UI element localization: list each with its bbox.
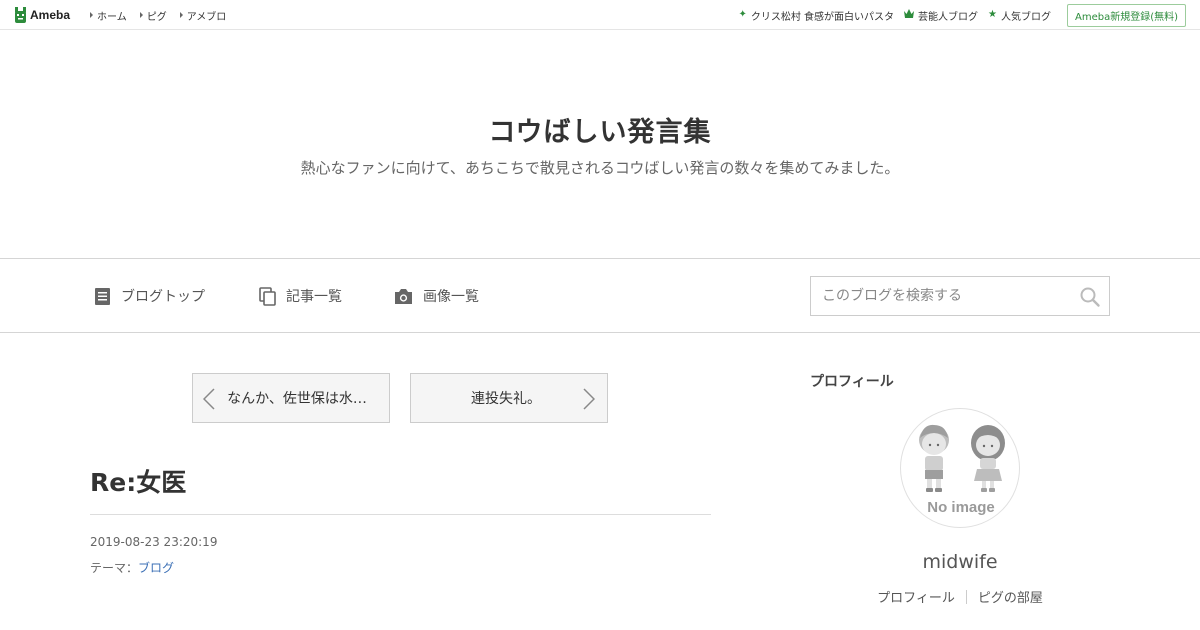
article-theme-prefix: テーマ： [90,561,139,575]
nav-blog-top-label: ブログトップ [121,289,205,305]
prev-article-button[interactable]: なんか、佐世保は水… [192,373,390,423]
next-article-button[interactable]: 連投失礼。 [410,373,608,423]
blog-search [810,276,1110,316]
no-image-placeholder-icon [919,424,1005,492]
sparkle-icon: ✦ [738,9,747,20]
nav-image-list[interactable]: 画像一覧 [394,285,479,307]
article-theme-link[interactable]: ブログ [138,561,174,575]
global-nav-ameblo[interactable]: アメブロ [180,8,227,23]
article-divider [90,514,711,515]
nav-image-list-label: 画像一覧 [423,289,479,305]
celebrity-blog-link[interactable]: 芸能人ブログ [904,8,978,23]
star-icon: ★ [988,9,997,20]
crown-icon [904,9,915,21]
blog-header: コウばしい発言集 熱心なファンに向けて、あちこちで散見されるコウばしい発言の数々… [0,30,1200,259]
ameba-mascot-icon [15,6,26,23]
profile-link[interactable]: プロフィール [866,587,966,606]
trending-link[interactable]: ✦ クリス松村 食感が面白いパスタ [738,8,894,23]
next-article-label: 連投失礼。 [471,391,541,407]
search-icon[interactable] [1079,286,1101,308]
global-nav: ホーム ピグ アメブロ [90,0,239,30]
global-nav-pigg[interactable]: ピグ [140,8,167,23]
blog-nav: ブログトップ 記事一覧 画像一覧 [0,260,1200,333]
trending-link-label: クリス松村 食感が面白いパスタ [750,11,895,23]
blog-description: 熱心なファンに向けて、あちこちで散見されるコウばしい発言の数々を集めてみました。 [300,159,900,177]
article-date: 2019-08-23 23:20:19 [90,535,218,549]
chevron-left-icon [203,388,215,410]
profile-heading: プロフィール [810,374,894,390]
copy-icon [259,286,276,306]
register-button[interactable]: Ameba新規登録(無料) [1066,3,1186,27]
logo-text: Ameba [30,8,71,22]
profile-username[interactable]: midwife [810,551,1110,573]
camera-icon [395,288,412,304]
pigg-room-link[interactable]: ピグの部屋 [967,587,1054,606]
article-title[interactable]: Re:女医 [90,463,186,499]
global-header: Ameba ホーム ピグ アメブロ ✦ クリス松村 食感が面白いパスタ 芸能人ブ… [0,0,1200,30]
celebrity-blog-label: 芸能人ブログ [918,11,979,23]
avatar-placeholder-text: No image [927,499,995,516]
global-nav-home[interactable]: ホーム [90,8,127,23]
article-theme: テーマ：ブログ [90,559,174,576]
prev-article-label: なんか、佐世保は水… [227,391,367,407]
nav-article-list[interactable]: 記事一覧 [259,285,342,307]
document-icon [95,287,110,305]
blog-title[interactable]: コウばしい発言集 [0,110,1200,149]
ameba-logo[interactable]: Ameba [14,6,70,24]
nav-article-list-label: 記事一覧 [286,289,342,305]
search-input[interactable] [811,277,1071,315]
avatar[interactable]: No image [900,408,1020,528]
nav-blog-top[interactable]: ブログトップ [94,285,205,307]
global-links: ✦ クリス松村 食感が面白いパスタ 芸能人ブログ ★ 人気ブログ Ameba新規… [728,0,1186,30]
chevron-right-icon [583,388,595,410]
profile-links: プロフィール ピグの部屋 [810,587,1110,606]
popular-blog-label: 人気ブログ [1000,11,1051,23]
popular-blog-link[interactable]: ★ 人気ブログ [988,8,1051,23]
